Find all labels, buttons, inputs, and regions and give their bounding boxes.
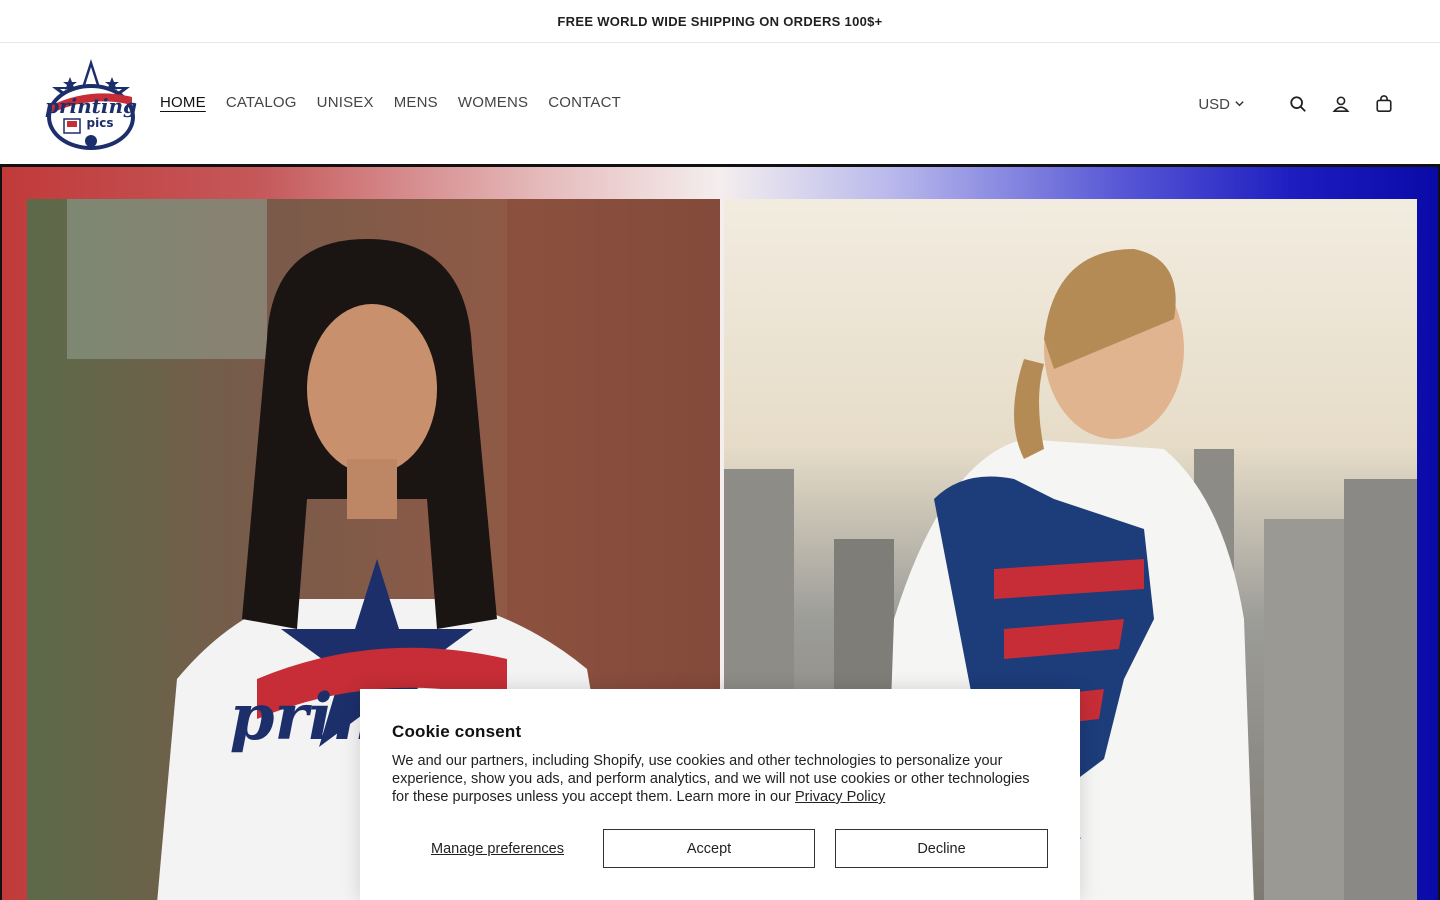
nav-item-catalog[interactable]: CATALOG [226,93,297,113]
svg-text:pics: pics [87,116,114,130]
chevron-down-icon [1234,96,1245,113]
currency-label: USD [1198,95,1230,113]
account-icon[interactable] [1329,92,1353,116]
search-icon[interactable] [1286,92,1310,116]
currency-selector[interactable]: USD [1198,96,1245,113]
nav-item-womens[interactable]: WOMENS [458,93,528,113]
site-logo[interactable]: printing pics [42,57,140,153]
nav-item-mens[interactable]: MENS [394,93,438,113]
decline-button[interactable]: Decline [835,829,1048,868]
cookie-actions: Manage preferences Accept Decline [392,829,1048,868]
cookie-consent-dialog: Cookie consent We and our partners, incl… [360,689,1080,900]
main-nav: HOME CATALOG UNISEX MENS WOMENS CONTACT [160,93,621,113]
cookie-title: Cookie consent [392,722,522,741]
cookie-body-text: We and our partners, including Shopify, … [392,753,1030,805]
privacy-policy-link[interactable]: Privacy Policy [795,789,885,805]
nav-item-unisex[interactable]: UNISEX [317,93,374,113]
announcement-bar: FREE WORLD WIDE SHIPPING ON ORDERS 100$+ [0,0,1440,43]
cart-icon[interactable] [1372,92,1396,116]
nav-item-home[interactable]: HOME [160,93,206,113]
accept-button[interactable]: Accept [603,829,815,868]
svg-text:printing: printing [45,94,137,118]
cookie-body: We and our partners, including Shopify, … [392,752,1048,806]
header-actions: USD [1198,92,1396,116]
site-header: printing pics HOME CATALOG UNISEX MENS W… [0,43,1440,164]
manage-preferences-link[interactable]: Manage preferences [392,841,603,857]
announcement-text: FREE WORLD WIDE SHIPPING ON ORDERS 100$+ [557,13,883,29]
nav-item-contact[interactable]: CONTACT [548,93,621,113]
